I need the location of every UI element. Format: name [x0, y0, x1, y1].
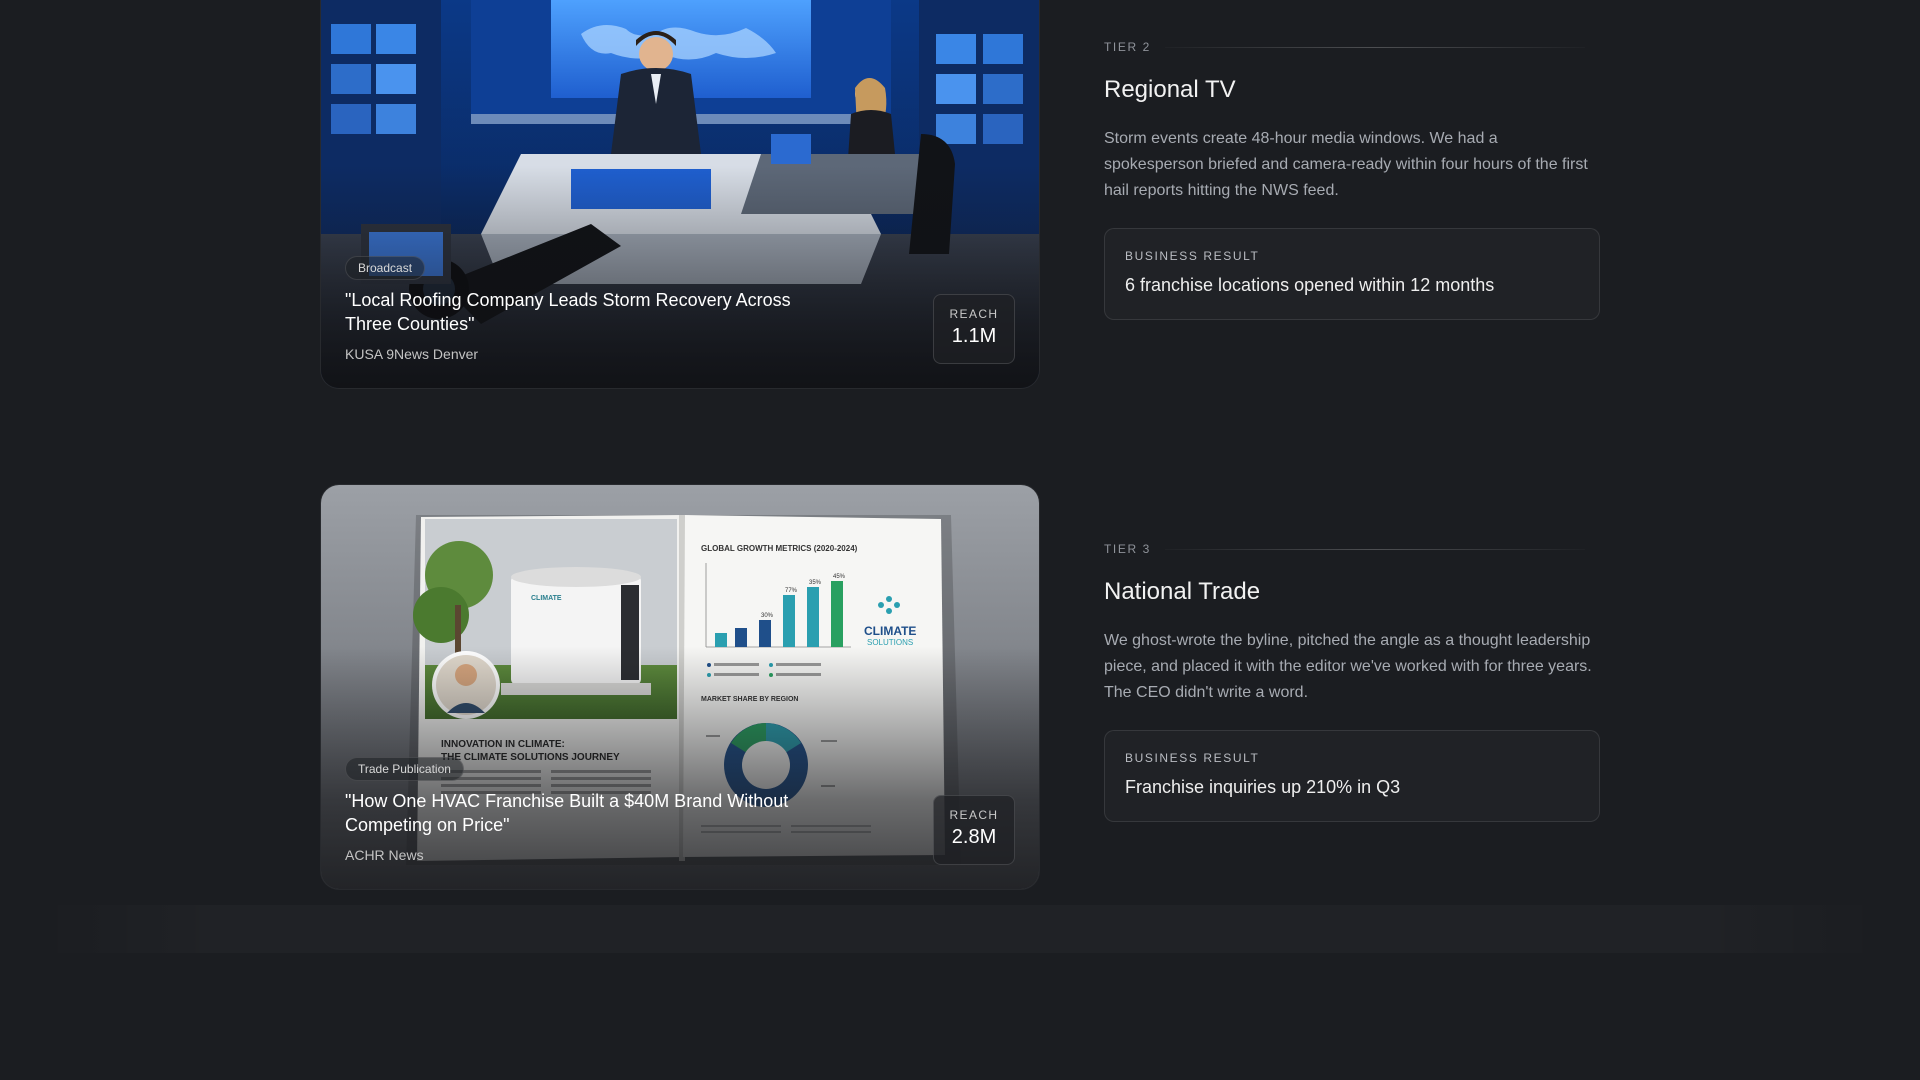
business-result-value: 6 franchise locations opened within 12 m…	[1125, 275, 1495, 295]
business-result-value: Franchise inquiries up 210% in Q3	[1125, 777, 1401, 797]
business-result-box: BUSINESS RESULT Franchise inquiries up 2…	[1104, 730, 1600, 822]
reach-label: REACH	[949, 808, 999, 822]
headline: "Local Roofing Company Leads Storm Recov…	[345, 290, 791, 334]
case-study-info: TIER 3 National Trade We ghost-wrote the…	[1104, 542, 1600, 822]
case-study-card[interactable]: CLIMATE INNOVATION IN CLIMATE: THE CLIMA…	[321, 485, 1039, 889]
business-result-label: BUSINESS RESULT	[1125, 751, 1260, 765]
business-result-label: BUSINESS RESULT	[1125, 249, 1260, 263]
tier-title: National Trade	[1104, 578, 1261, 605]
reach-box: REACH 1.1M	[933, 294, 1015, 364]
tier-label: TIER 3	[1104, 542, 1151, 556]
tier-label: TIER 2	[1104, 40, 1151, 54]
tier-description: Storm events create 48-hour media window…	[1104, 130, 1588, 199]
headline: "How One HVAC Franchise Built a $40M Bra…	[345, 791, 789, 835]
media-type-badge: Broadcast	[345, 256, 426, 280]
business-result-box: BUSINESS RESULT 6 franchise locations op…	[1104, 228, 1600, 320]
outlet-name: KUSA 9News Denver	[345, 346, 479, 362]
tier-description: We ghost-wrote the byline, pitched the a…	[1104, 632, 1592, 701]
footer-divider	[40, 905, 1880, 953]
media-type-badge: Trade Publication	[345, 757, 464, 781]
tier-title: Regional TV	[1104, 76, 1236, 103]
divider	[1164, 46, 1585, 48]
reach-value: 1.1M	[951, 325, 997, 347]
case-study-info: TIER 2 Regional TV Storm events create 4…	[1104, 40, 1600, 320]
reach-value: 2.8M	[951, 826, 997, 848]
reach-label: REACH	[949, 307, 999, 321]
divider	[1164, 548, 1585, 550]
reach-box: REACH 2.8M	[933, 795, 1015, 865]
case-study-card[interactable]: Broadcast "Local Roofing Company Leads S…	[321, 0, 1039, 388]
tier-header: TIER 2	[1104, 40, 1600, 54]
tier-header: TIER 3	[1104, 542, 1600, 556]
outlet-name: ACHR News	[345, 847, 424, 863]
